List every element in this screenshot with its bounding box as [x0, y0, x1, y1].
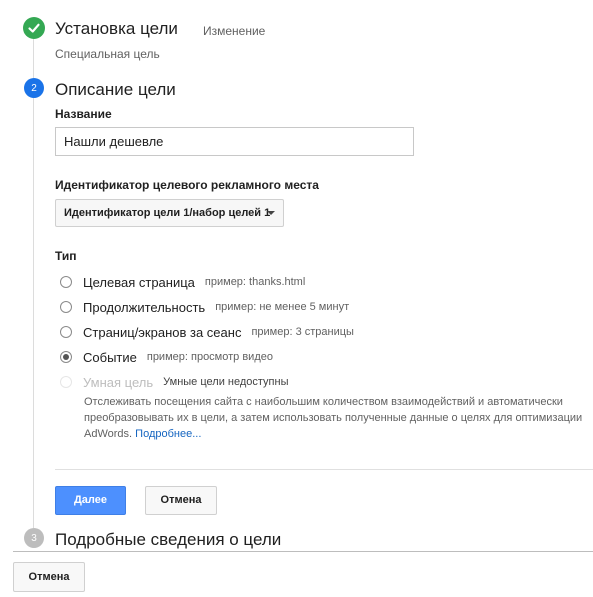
step-1-edit-link[interactable]: Изменение — [203, 24, 265, 38]
radio-button[interactable] — [60, 276, 72, 288]
step-connector-1-2 — [33, 38, 34, 78]
smart-goal-description: Отслеживать посещения сайта с наибольшим… — [84, 394, 592, 442]
section-divider — [55, 469, 593, 470]
chevron-down-icon — [267, 211, 275, 215]
checkmark-icon — [28, 23, 40, 33]
goal-type-option-destination[interactable]: Целевая страница пример: thanks.html — [60, 272, 305, 292]
radio-button[interactable] — [60, 326, 72, 338]
step-2-number-badge: 2 — [24, 78, 44, 98]
step-connector-2-3 — [33, 98, 34, 528]
option-hint: пример: 3 страницы — [251, 326, 354, 338]
goal-type-option-pages[interactable]: Страниц/экранов за сеанс пример: 3 стран… — [60, 322, 354, 342]
option-hint: пример: просмотр видео — [146, 351, 273, 363]
option-hint: пример: не менее 5 минут — [215, 301, 350, 313]
step-1-complete-icon — [23, 17, 45, 39]
step-3-number: 3 — [31, 532, 37, 544]
option-label: Событие — [83, 349, 137, 365]
radio-button[interactable] — [60, 301, 72, 313]
goal-slot-label: Идентификатор целевого рекламного места — [55, 178, 319, 192]
goal-name-label: Название — [55, 107, 112, 121]
step-cancel-button[interactable]: Отмена — [145, 486, 217, 515]
learn-more-link[interactable]: Подробнее... — [135, 428, 201, 440]
option-hint: пример: thanks.html — [204, 276, 306, 288]
goal-type-option-event[interactable]: Событие пример: просмотр видео — [60, 347, 273, 367]
goal-slot-value: Идентификатор цели 1/набор целей 1 — [64, 207, 271, 219]
goal-type-option-duration[interactable]: Продолжительность пример: не менее 5 мин… — [60, 297, 349, 317]
step-3-number-badge: 3 — [24, 528, 44, 548]
radio-button-checked[interactable] — [60, 351, 72, 363]
goal-type-label: Тип — [55, 249, 77, 263]
footer-divider — [13, 551, 593, 552]
step-1-subtitle: Специальная цель — [55, 47, 160, 61]
option-label: Целевая страница — [83, 274, 195, 290]
option-label: Страниц/экранов за сеанс — [83, 324, 242, 340]
goal-type-option-smart: Умная цель Умные цели недоступны — [60, 372, 289, 392]
option-label: Умная цель — [83, 374, 154, 390]
step-2-title: Описание цели — [55, 80, 176, 99]
step-1-title: Установка цели — [55, 19, 178, 38]
goal-name-input[interactable]: Нашли дешевле — [55, 127, 414, 156]
option-label: Продолжительность — [83, 299, 206, 315]
step-3-title: Подробные сведения о цели — [55, 530, 282, 549]
footer-cancel-button[interactable]: Отмена — [13, 562, 85, 592]
option-hint: Умные цели недоступны — [163, 376, 289, 388]
continue-button[interactable]: Далее — [55, 486, 126, 515]
step-2-number: 2 — [31, 82, 37, 94]
goal-slot-dropdown[interactable]: Идентификатор цели 1/набор целей 1 — [55, 199, 284, 227]
radio-button-disabled — [60, 376, 72, 388]
